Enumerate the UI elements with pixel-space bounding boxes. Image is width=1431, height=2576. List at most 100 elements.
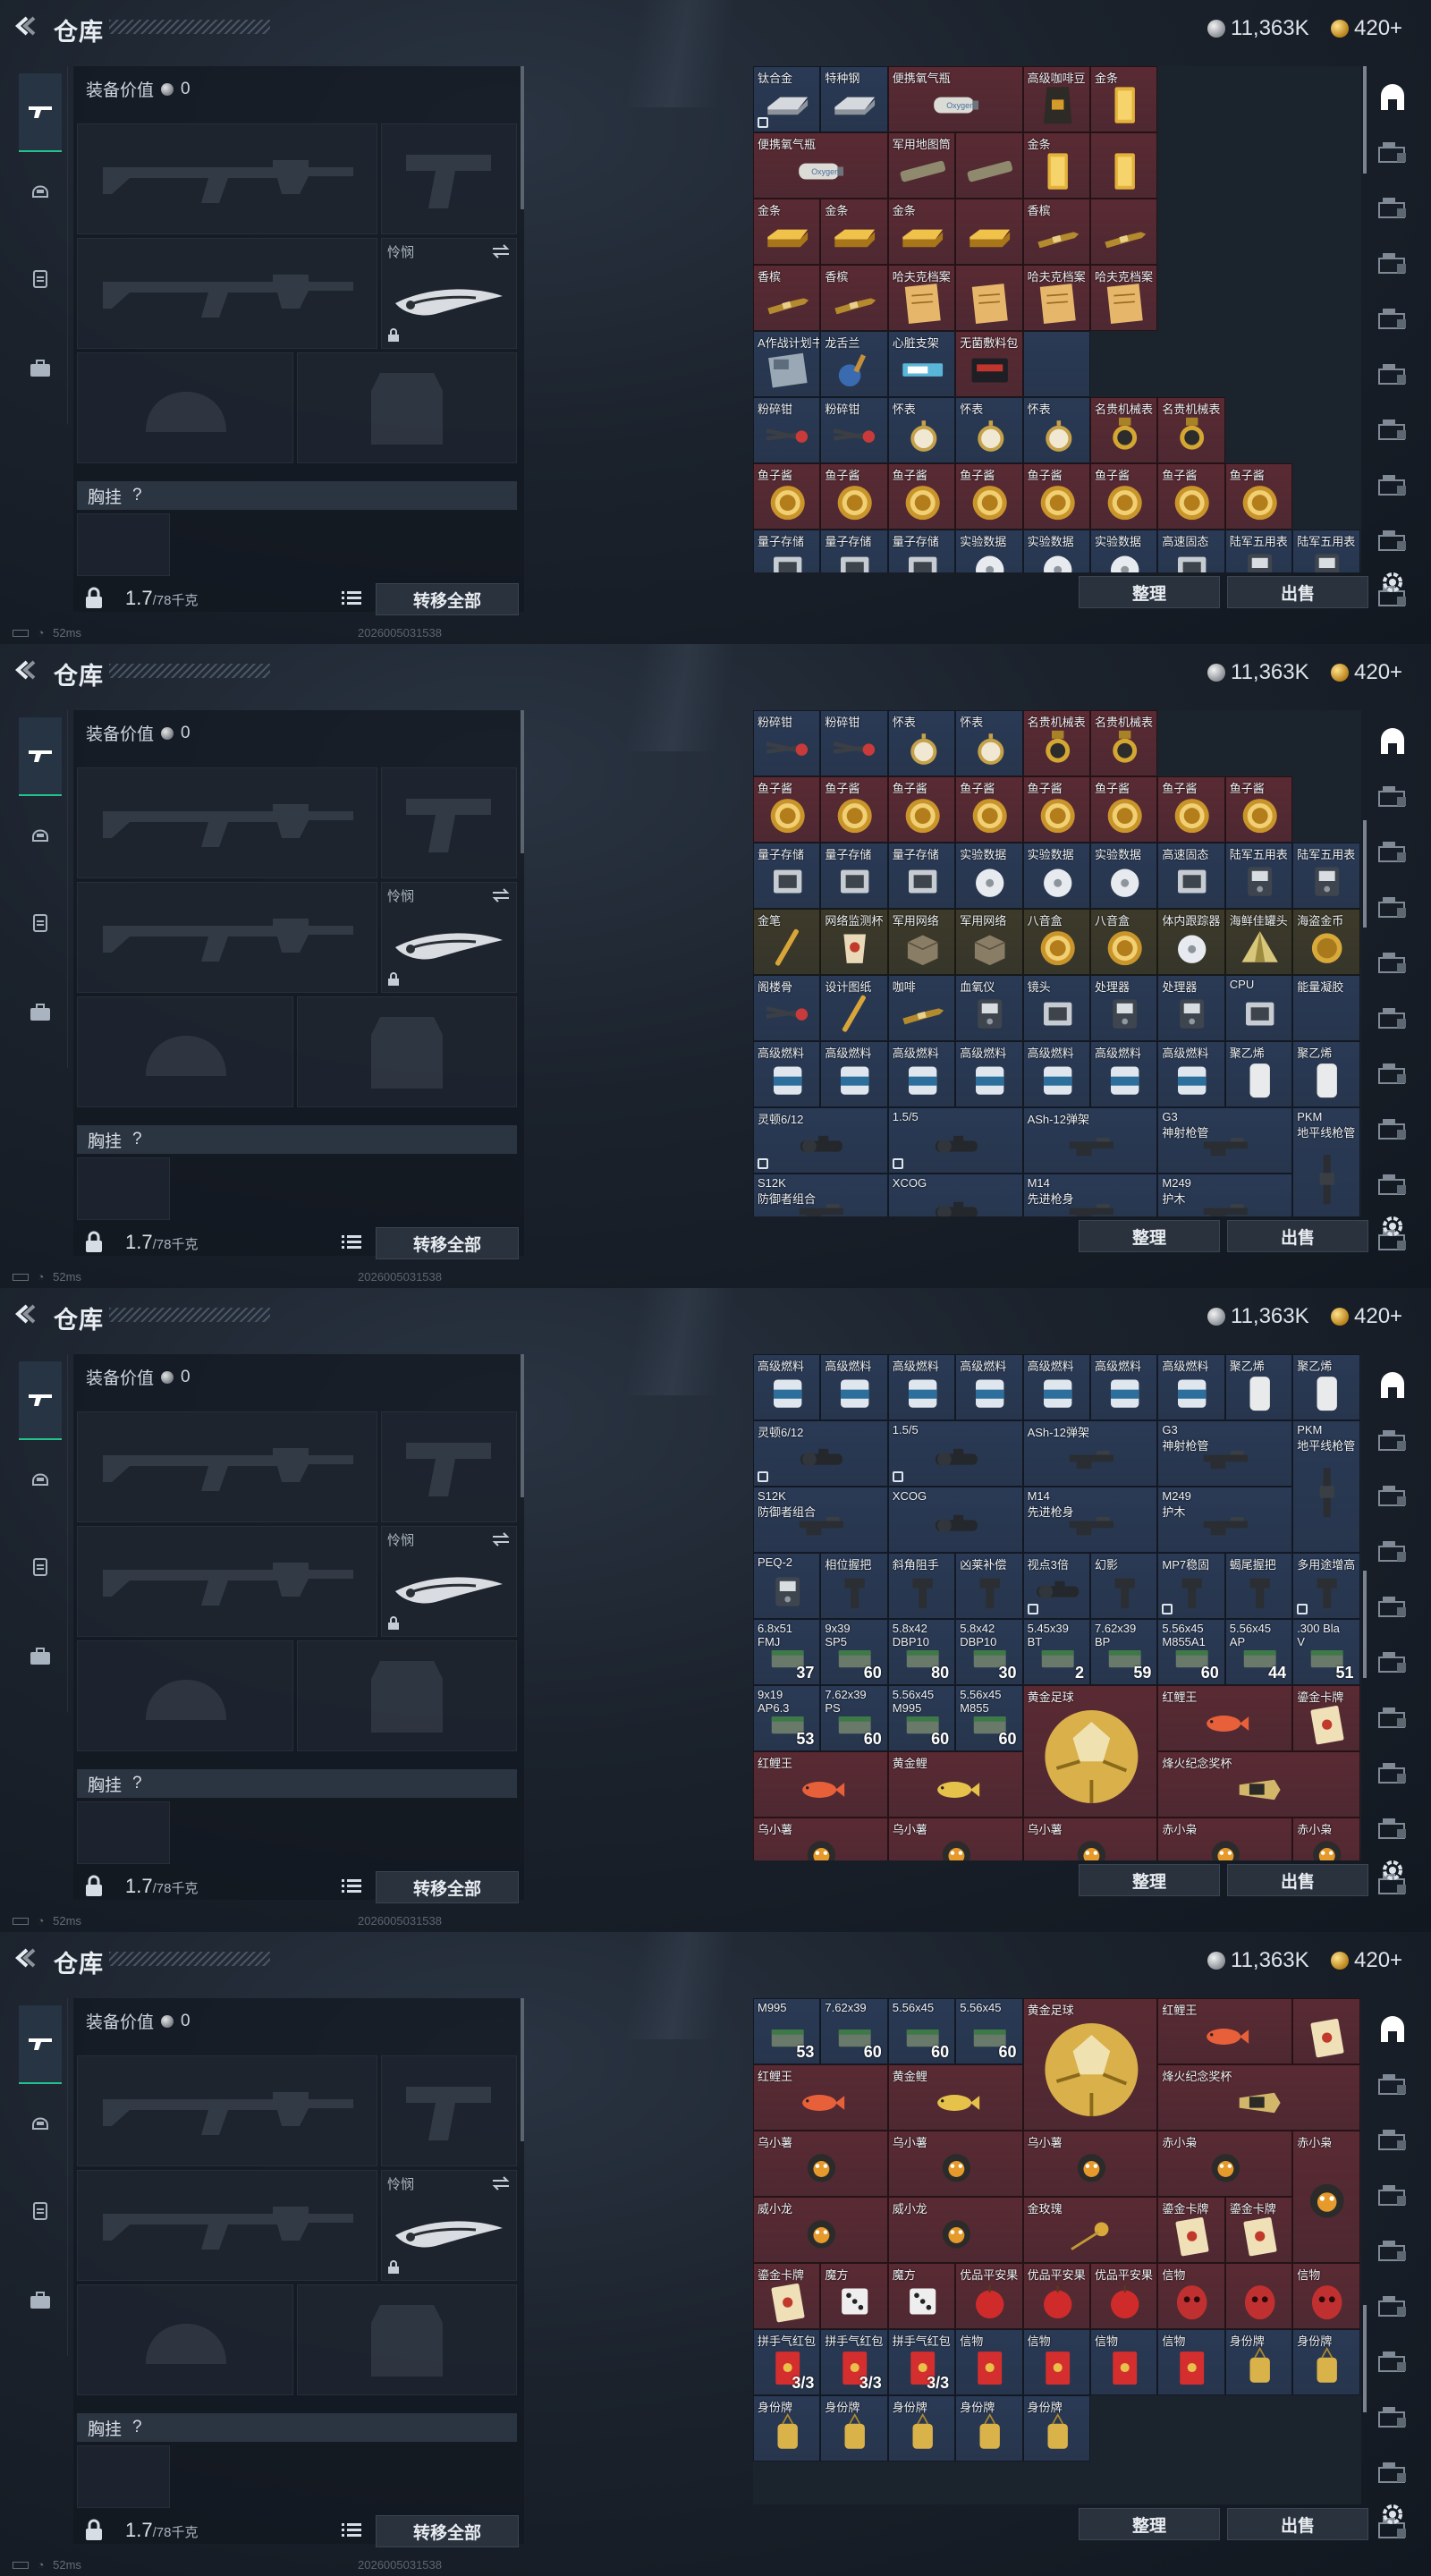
stash-page-tab[interactable] (1374, 1168, 1411, 1200)
stash-item[interactable]: 乌小薯 (887, 2131, 1023, 2197)
stash-item[interactable]: 凶莱补偿 (955, 1553, 1023, 1619)
stash-item[interactable]: 信物 (1157, 2329, 1225, 2395)
stash-item[interactable]: 魔方 (820, 2263, 888, 2329)
stash-item[interactable]: 5.56x45 60 (955, 1998, 1023, 2064)
loadout-scrollbar[interactable] (521, 1998, 524, 2141)
stash-item[interactable]: 威小龙 (753, 2197, 888, 2263)
stash-item[interactable]: 乌小薯 (753, 2131, 888, 2197)
organize-button[interactable]: 整理 (1079, 2508, 1220, 2540)
melee-slot[interactable]: 怜悯 (381, 238, 517, 349)
stash-item[interactable]: 身份牌 (753, 2395, 821, 2462)
sell-button[interactable]: 出售 (1227, 576, 1368, 608)
stash-item[interactable]: 高级燃料 (887, 1041, 956, 1107)
stash-item[interactable]: 鱼子酱 (820, 776, 888, 843)
chest-rig-header[interactable]: 胸挂 ? (77, 1125, 517, 1154)
pistol-slot[interactable] (381, 767, 517, 878)
stash-item[interactable]: 鱼子酱 (1224, 463, 1293, 530)
stash-item[interactable]: 八音盒 (1022, 909, 1090, 975)
chest-rig-slot[interactable] (77, 2445, 170, 2508)
stash-page-tab[interactable] (1374, 946, 1411, 979)
secondary-weapon-slot[interactable] (77, 1526, 377, 1637)
stash-item[interactable]: 鱼子酱 (1090, 463, 1158, 530)
back-arrow-icon[interactable] (13, 1301, 39, 1327)
back-arrow-icon[interactable] (13, 1945, 39, 1971)
melee-slot[interactable]: 怜悯 (381, 1526, 517, 1637)
stash-item[interactable]: 信物 (1022, 2329, 1090, 2395)
stash-item[interactable]: 实验数据 (955, 843, 1023, 909)
tab-vest[interactable] (19, 2191, 62, 2231)
primary-weapon-slot[interactable] (77, 2055, 377, 2166)
stash-item[interactable]: 赤小枭 (1157, 2131, 1293, 2197)
loadout-scrollbar[interactable] (521, 1354, 524, 1497)
stash-page-tab[interactable] (1374, 2179, 1411, 2211)
stash-item[interactable]: 高级燃料 (1022, 1041, 1090, 1107)
stash-item[interactable]: 魔方 (887, 2263, 956, 2329)
stash-item[interactable]: 实验数据 (1022, 843, 1090, 909)
stash-item[interactable]: 高级燃料 (1090, 1354, 1158, 1420)
stash-item[interactable]: 鎏金卡牌 (1224, 2197, 1293, 2263)
stash-item[interactable]: 红鲤王 (753, 2064, 888, 2131)
stash-item[interactable]: 鱼子酱 (1022, 463, 1090, 530)
stash-item[interactable]: 信物 (955, 2329, 1023, 2395)
stash-item[interactable]: 高级燃料 (753, 1354, 821, 1420)
settings-button[interactable] (1379, 569, 1406, 600)
stash-item[interactable]: 量子存储 (820, 530, 888, 572)
stash-item[interactable]: 烽火纪念奖杯 (1157, 2064, 1360, 2131)
stash-item[interactable]: 乌小薯 (887, 1818, 1023, 1860)
stash-page-tab[interactable] (1374, 2123, 1411, 2156)
stash-item[interactable]: 烽火纪念奖杯 (1157, 1751, 1360, 1818)
stash-item[interactable]: 量子存储 (753, 530, 821, 572)
stash-item[interactable]: 9x39 SP5 60 (820, 1619, 888, 1685)
list-icon[interactable] (342, 2522, 361, 2538)
stash-page-tab[interactable] (1374, 524, 1411, 556)
stash-item[interactable]: 金条 (1022, 132, 1090, 199)
stash-item[interactable]: 信物 (1292, 2263, 1360, 2329)
stash-item[interactable]: 蝎尾握把 (1224, 1553, 1293, 1619)
armor-slot[interactable] (297, 352, 517, 463)
stash-item[interactable] (1090, 199, 1158, 265)
stash-item[interactable]: 5.8x42 DBP10 30 (955, 1619, 1023, 1685)
settings-button[interactable] (1379, 1213, 1406, 1244)
stash-item[interactable]: 陆军五用表 (1224, 530, 1293, 572)
stash-item[interactable]: 怀表 (1022, 397, 1090, 463)
stash-item[interactable]: 优品平安果 (1022, 2263, 1090, 2329)
loadout-scrollbar[interactable] (521, 710, 524, 853)
stash-item[interactable]: 身份牌 (820, 2395, 888, 2462)
stash-item[interactable]: 多用途增高 (1292, 1553, 1360, 1619)
stash-page-tab[interactable] (1374, 302, 1411, 335)
tab-backpack[interactable] (19, 993, 62, 1032)
stash-page-tab[interactable] (1374, 469, 1411, 501)
tab-backpack[interactable] (19, 349, 62, 388)
stash-item[interactable]: 金条 (753, 199, 821, 265)
stash-item[interactable]: 能量凝胶 (1292, 975, 1360, 1041)
stash-item[interactable]: 相位握把 (820, 1553, 888, 1619)
stash-item[interactable]: 聚乙烯 (1224, 1354, 1293, 1420)
stash-item[interactable]: 鎏金卡牌 (753, 2263, 821, 2329)
transfer-all-button[interactable]: 转移全部 (376, 1227, 519, 1259)
stash-item[interactable]: M249 护木 (1157, 1487, 1293, 1553)
stash-item[interactable] (1090, 132, 1158, 199)
stash-item[interactable]: 血氧仪 (955, 975, 1023, 1041)
stash-item[interactable]: 高级燃料 (1022, 1354, 1090, 1420)
tab-vest[interactable] (19, 903, 62, 943)
stash-item[interactable]: 5.56x45 M855 60 (955, 1685, 1023, 1751)
organize-button[interactable]: 整理 (1079, 1220, 1220, 1252)
stash-item[interactable]: 高级燃料 (1090, 1041, 1158, 1107)
stash-item[interactable]: 香槟 (1022, 199, 1090, 265)
stash-item[interactable]: .300 Bla V 51 (1292, 1619, 1360, 1685)
stash-item[interactable]: XCOG (887, 1174, 1023, 1216)
stash-page-tab[interactable] (1374, 1812, 1411, 1844)
stash-item[interactable]: S12K 防御者组合 (753, 1174, 888, 1216)
stash-item[interactable]: 红鲤王 (1157, 1685, 1293, 1751)
stash-scrollbar[interactable] (1363, 820, 1367, 928)
stash-item[interactable]: 拼手气红包 3/3 (753, 2329, 821, 2395)
stash-item[interactable]: 黄金鲤 (887, 1751, 1023, 1818)
back-arrow-icon[interactable] (13, 13, 39, 39)
stash-item[interactable]: 名贵机械表 (1022, 710, 1090, 776)
stash-item[interactable]: 心脏支架 (887, 331, 956, 397)
chest-rig-slot[interactable] (77, 1157, 170, 1220)
stash-item[interactable]: 香槟 (820, 265, 888, 331)
swap-icon[interactable] (491, 1532, 511, 1546)
stash-item[interactable]: 赤小枭 (1157, 1818, 1293, 1860)
stash-item[interactable]: 身份牌 (955, 2395, 1023, 2462)
